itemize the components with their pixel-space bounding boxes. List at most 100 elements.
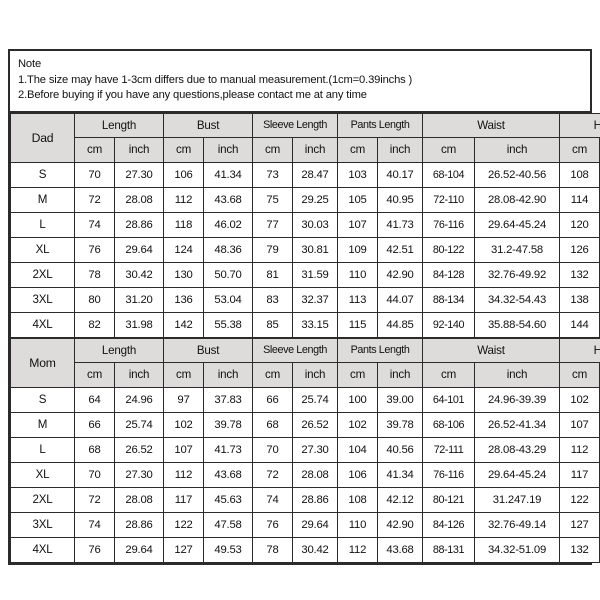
dad-unit-hip-cm: cm — [559, 136, 600, 163]
cell: 32.37 — [292, 286, 339, 313]
cell: 126 — [559, 236, 600, 263]
cell: 44.85 — [377, 311, 424, 338]
mom-size-l: L — [10, 436, 75, 463]
cell: 107 — [337, 211, 379, 238]
cell: 122 — [559, 486, 600, 513]
cell: 41.73 — [203, 436, 254, 463]
mom-size-3xl: 3XL — [10, 511, 75, 538]
cell: 31.98 — [113, 311, 165, 338]
dad-table-wrap: Dad Length Bust Sleeve Length Pants Leng… — [10, 112, 600, 338]
dad-table-body: S 70 27.30 106 41.34 73 28.47 103 40.17 … — [10, 161, 600, 338]
dad-unit-length-inch: inch — [113, 136, 165, 163]
mom-size-xl: XL — [10, 461, 75, 488]
cell: 37.83 — [203, 386, 254, 413]
cell: 122 — [163, 511, 205, 538]
table-row: XL 70 27.30 112 43.68 72 28.08 106 41.34… — [10, 461, 600, 488]
cell: 41.34 — [377, 461, 424, 488]
cell: 40.95 — [377, 186, 424, 213]
cell: 72 — [74, 186, 115, 213]
cell: 30.03 — [292, 211, 339, 238]
cell: 127 — [163, 536, 205, 563]
mom-unit-bust-inch: inch — [203, 361, 254, 388]
cell: 108 — [337, 486, 379, 513]
cell: 107 — [559, 411, 600, 438]
cell: 42.90 — [377, 261, 424, 288]
dad-size-xl: XL — [10, 236, 75, 263]
cell: 64-101 — [422, 386, 476, 413]
cell: 88-131 — [422, 536, 476, 563]
dad-unit-bust-inch: inch — [203, 136, 254, 163]
cell: 127 — [559, 511, 600, 538]
cell: 55.38 — [203, 311, 254, 338]
cell: 70 — [74, 461, 115, 488]
cell: 28.47 — [292, 161, 339, 188]
cell: 39.00 — [377, 386, 424, 413]
mom-unit-length-cm: cm — [74, 361, 115, 388]
cell: 118 — [163, 211, 205, 238]
table-row: 4XL 82 31.98 142 55.38 85 33.15 115 44.8… — [10, 311, 600, 338]
dad-group-waist: Waist — [422, 112, 561, 138]
dad-group-bust: Bust — [163, 112, 254, 138]
dad-corner-label: Dad — [10, 112, 75, 163]
cell: 70 — [252, 436, 294, 463]
cell: 28.08 — [113, 186, 165, 213]
cell: 107 — [163, 436, 205, 463]
dad-group-header-row: Dad Length Bust Sleeve Length Pants Leng… — [10, 112, 600, 163]
cell: 26.52-41.34 — [474, 411, 561, 438]
cell: 132 — [559, 536, 600, 563]
mom-group-length: Length — [73, 337, 165, 363]
cell: 142 — [163, 311, 205, 338]
mom-size-m: M — [10, 411, 75, 438]
cell: 80 — [74, 286, 115, 313]
size-chart-sheet: Note 1.The size may have 1-3cm differs d… — [8, 49, 600, 565]
cell: 97 — [163, 386, 205, 413]
cell: 30.42 — [113, 261, 165, 288]
cell: 66 — [252, 386, 294, 413]
cell: 29.64-45.24 — [474, 211, 561, 238]
cell: 76 — [74, 536, 115, 563]
dad-unit-pants-inch: inch — [377, 136, 424, 163]
table-row: L 74 28.86 118 46.02 77 30.03 107 41.73 … — [10, 211, 600, 238]
cell: 108 — [559, 161, 600, 188]
dad-unit-length-cm: cm — [74, 136, 115, 163]
cell: 43.68 — [377, 536, 424, 563]
cell: 28.08-42.90 — [474, 186, 561, 213]
cell: 114 — [559, 186, 600, 213]
cell: 117 — [163, 486, 205, 513]
table-row: L 68 26.52 107 41.73 70 27.30 104 40.56 … — [10, 436, 600, 463]
cell: 70 — [74, 161, 115, 188]
cell: 76 — [74, 236, 115, 263]
cell: 32.76-49.92 — [474, 261, 561, 288]
dad-unit-bust-cm: cm — [163, 136, 205, 163]
cell: 28.08-43.29 — [474, 436, 561, 463]
cell: 110 — [337, 261, 379, 288]
cell: 68 — [74, 436, 115, 463]
dad-table-head: Dad Length Bust Sleeve Length Pants Leng… — [10, 112, 600, 163]
cell: 47.58 — [203, 511, 254, 538]
table-row: S 64 24.96 97 37.83 66 25.74 100 39.00 6… — [10, 386, 600, 413]
cell: 74 — [74, 211, 115, 238]
cell: 42.51 — [377, 236, 424, 263]
mom-table-body: S 64 24.96 97 37.83 66 25.74 100 39.00 6… — [10, 386, 600, 563]
cell: 80-121 — [422, 486, 476, 513]
cell: 132 — [559, 261, 600, 288]
cell: 113 — [337, 286, 379, 313]
cell: 112 — [337, 536, 379, 563]
cell: 34.32-54.43 — [474, 286, 561, 313]
cell: 106 — [163, 161, 205, 188]
cell: 109 — [337, 236, 379, 263]
note-line-title: Note — [18, 58, 42, 70]
cell: 50.70 — [203, 261, 254, 288]
cell: 124 — [163, 236, 205, 263]
cell: 24.96-39.39 — [474, 386, 561, 413]
cell: 92-140 — [422, 311, 476, 338]
note-block: Note 1.The size may have 1-3cm differs d… — [10, 51, 590, 113]
cell: 31.2-47.58 — [474, 236, 561, 263]
cell: 42.90 — [377, 511, 424, 538]
cell: 45.63 — [203, 486, 254, 513]
cell: 106 — [337, 461, 379, 488]
cell: 28.08 — [292, 461, 339, 488]
cell: 46.02 — [203, 211, 254, 238]
table-row: 2XL 72 28.08 117 45.63 74 28.86 108 42.1… — [10, 486, 600, 513]
cell: 68 — [252, 411, 294, 438]
